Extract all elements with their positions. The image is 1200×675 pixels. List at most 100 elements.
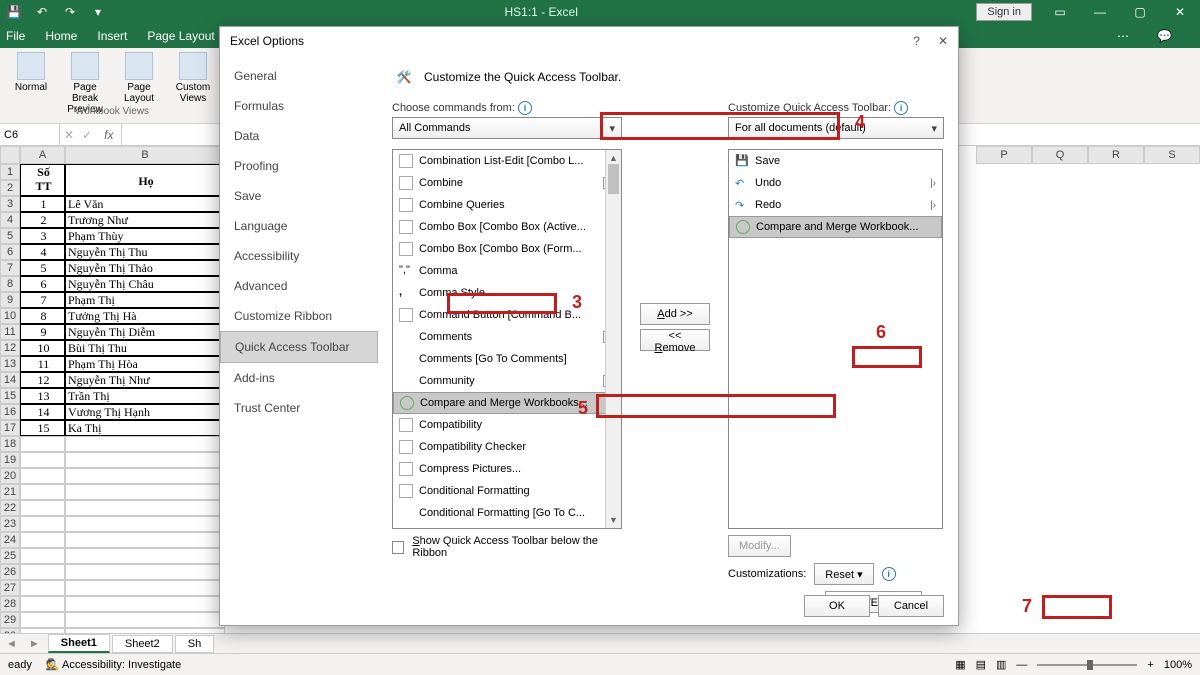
- list-item: Combine▾: [393, 172, 621, 194]
- menu-insert[interactable]: Insert: [97, 29, 127, 43]
- ribbon-custom-views[interactable]: Custom Views: [168, 52, 218, 104]
- maximize-icon[interactable]: ▢: [1120, 0, 1160, 24]
- dialog-titlebar: Excel Options ? ✕: [220, 27, 958, 55]
- tab-sheet1[interactable]: Sheet1: [48, 634, 110, 653]
- comments-icon[interactable]: 💬: [1157, 29, 1172, 43]
- add-button[interactable]: Add >>: [640, 303, 710, 325]
- qat-item-undo: ↶Undo|›: [729, 172, 942, 194]
- choose-commands-dropdown[interactable]: All Commands: [392, 117, 622, 139]
- nav-data[interactable]: Data: [220, 121, 378, 151]
- nav-accessibility[interactable]: Accessibility: [220, 241, 378, 271]
- dialog-help-icon[interactable]: ?: [913, 34, 920, 48]
- view-pagelayout-icon[interactable]: ▤: [976, 658, 986, 671]
- sheet-tabs: ◄ ► Sheet1 Sheet2 Sh: [0, 633, 1200, 653]
- remove-button[interactable]: << Remove: [640, 329, 710, 351]
- nav-general[interactable]: General: [220, 61, 378, 91]
- annotation-num: 5: [578, 398, 588, 419]
- nav-save[interactable]: Save: [220, 181, 378, 211]
- close-icon[interactable]: ✕: [1160, 0, 1200, 24]
- col-header[interactable]: Q: [1032, 146, 1088, 164]
- accessibility-status[interactable]: 🕵 Accessibility: Investigate: [46, 658, 181, 671]
- nav-language[interactable]: Language: [220, 211, 378, 241]
- undo-icon[interactable]: ↶: [34, 4, 50, 20]
- qat-item-compare-merge: Compare and Merge Workbook...: [729, 216, 942, 238]
- excel-options-dialog: Excel Options ? ✕ General Formulas Data …: [219, 26, 959, 626]
- ribbon-group-label: Workbook Views: [75, 106, 149, 117]
- list-item: Conditional Formatting [Go To C...: [393, 502, 621, 524]
- choose-commands-label: Choose commands from:: [392, 102, 515, 114]
- col-header[interactable]: P: [976, 146, 1032, 164]
- annotation-num: 4: [855, 112, 865, 133]
- dialog-header: Customize the Quick Access Toolbar.: [424, 70, 621, 84]
- nav-advanced[interactable]: Advanced: [220, 271, 378, 301]
- tab-sheet3[interactable]: Sh: [175, 635, 214, 653]
- list-scrollbar[interactable]: ▲▼: [605, 150, 621, 528]
- info-icon[interactable]: i: [894, 101, 908, 115]
- reset-button[interactable]: Reset ▾: [814, 563, 873, 585]
- menu-page-layout[interactable]: Page Layout: [147, 29, 214, 43]
- customizations-label: Customizations:: [728, 568, 806, 580]
- fx-icon[interactable]: fx: [96, 124, 122, 145]
- menu-file[interactable]: File: [6, 29, 25, 43]
- nav-addins[interactable]: Add-ins: [220, 363, 378, 393]
- cancel-button[interactable]: Cancel: [878, 595, 944, 617]
- menu-home[interactable]: Home: [45, 29, 77, 43]
- col-header[interactable]: A: [20, 146, 65, 164]
- modify-button[interactable]: Modify...: [728, 535, 791, 557]
- nav-quick-access-toolbar[interactable]: Quick Access Toolbar: [220, 331, 378, 363]
- select-all[interactable]: [0, 146, 20, 164]
- redo-icon: ↷: [735, 199, 749, 212]
- annotation-num: 3: [572, 292, 582, 313]
- tab-sheet2[interactable]: Sheet2: [112, 635, 173, 653]
- col-header[interactable]: B: [65, 146, 225, 164]
- ribbon-mode-icon[interactable]: ▭: [1040, 0, 1080, 24]
- list-item: Conditional Formatting›: [393, 480, 621, 502]
- fx-cancel-icon[interactable]: ✕: [60, 128, 78, 142]
- save-icon[interactable]: 💾: [6, 4, 22, 20]
- nav-trust-center[interactable]: Trust Center: [220, 393, 378, 423]
- list-item: ","Comma: [393, 260, 621, 282]
- view-pagebreak-icon[interactable]: ▥: [996, 658, 1006, 671]
- dialog-nav: General Formulas Data Proofing Save Lang…: [220, 55, 378, 625]
- nav-formulas[interactable]: Formulas: [220, 91, 378, 121]
- customize-qat-dropdown[interactable]: For all documents (default): [728, 117, 944, 139]
- minimize-icon[interactable]: —: [1080, 0, 1120, 24]
- app-title: HS1:1 - Excel: [106, 5, 976, 19]
- list-item: Connection Properties...: [393, 524, 621, 529]
- ribbon-page-break[interactable]: Page Break Preview: [60, 52, 110, 104]
- sign-in-button[interactable]: Sign in: [976, 3, 1032, 21]
- view-normal-icon[interactable]: ▦: [955, 658, 965, 671]
- list-item: Compress Pictures...: [393, 458, 621, 480]
- info-icon[interactable]: i: [518, 101, 532, 115]
- sheet-nav-next-icon[interactable]: ►: [23, 638, 46, 650]
- zoom-level[interactable]: 100%: [1164, 659, 1192, 671]
- save-icon: 💾: [735, 154, 749, 168]
- info-icon[interactable]: i: [882, 567, 896, 581]
- qat-item-redo: ↷Redo|›: [729, 194, 942, 216]
- show-below-checkbox[interactable]: [392, 541, 404, 554]
- ribbon-normal[interactable]: Normal: [6, 52, 56, 104]
- qat-dropdown-icon[interactable]: ▾: [90, 4, 106, 20]
- share-icon[interactable]: ⋯: [1117, 29, 1129, 43]
- fx-enter-icon[interactable]: ✓: [78, 128, 96, 142]
- dialog-close-icon[interactable]: ✕: [938, 34, 948, 48]
- commands-listbox[interactable]: Combination List-Edit [Combo L... Combin…: [392, 149, 622, 529]
- zoom-in-icon[interactable]: +: [1147, 659, 1153, 671]
- ribbon-page-layout[interactable]: Page Layout: [114, 52, 164, 104]
- zoom-slider[interactable]: [1037, 664, 1137, 666]
- col-header[interactable]: S: [1144, 146, 1200, 164]
- qat-listbox[interactable]: 💾Save ↶Undo|› ↷Redo|› Compare and Merge …: [728, 149, 943, 529]
- name-box[interactable]: C6: [0, 124, 60, 145]
- list-item: Combine Queries›: [393, 194, 621, 216]
- sheet-nav-prev-icon[interactable]: ◄: [0, 638, 23, 650]
- zoom-out-icon[interactable]: —: [1016, 659, 1027, 671]
- nav-proofing[interactable]: Proofing: [220, 151, 378, 181]
- col-header[interactable]: R: [1088, 146, 1144, 164]
- redo-icon[interactable]: ↷: [62, 4, 78, 20]
- annotation-num: 6: [876, 322, 886, 343]
- ok-button[interactable]: OK: [804, 595, 870, 617]
- nav-customize-ribbon[interactable]: Customize Ribbon: [220, 301, 378, 331]
- list-item: Combo Box [Combo Box (Form...: [393, 238, 621, 260]
- qat-item-save: 💾Save: [729, 150, 942, 172]
- list-item: Combo Box [Combo Box (Active...: [393, 216, 621, 238]
